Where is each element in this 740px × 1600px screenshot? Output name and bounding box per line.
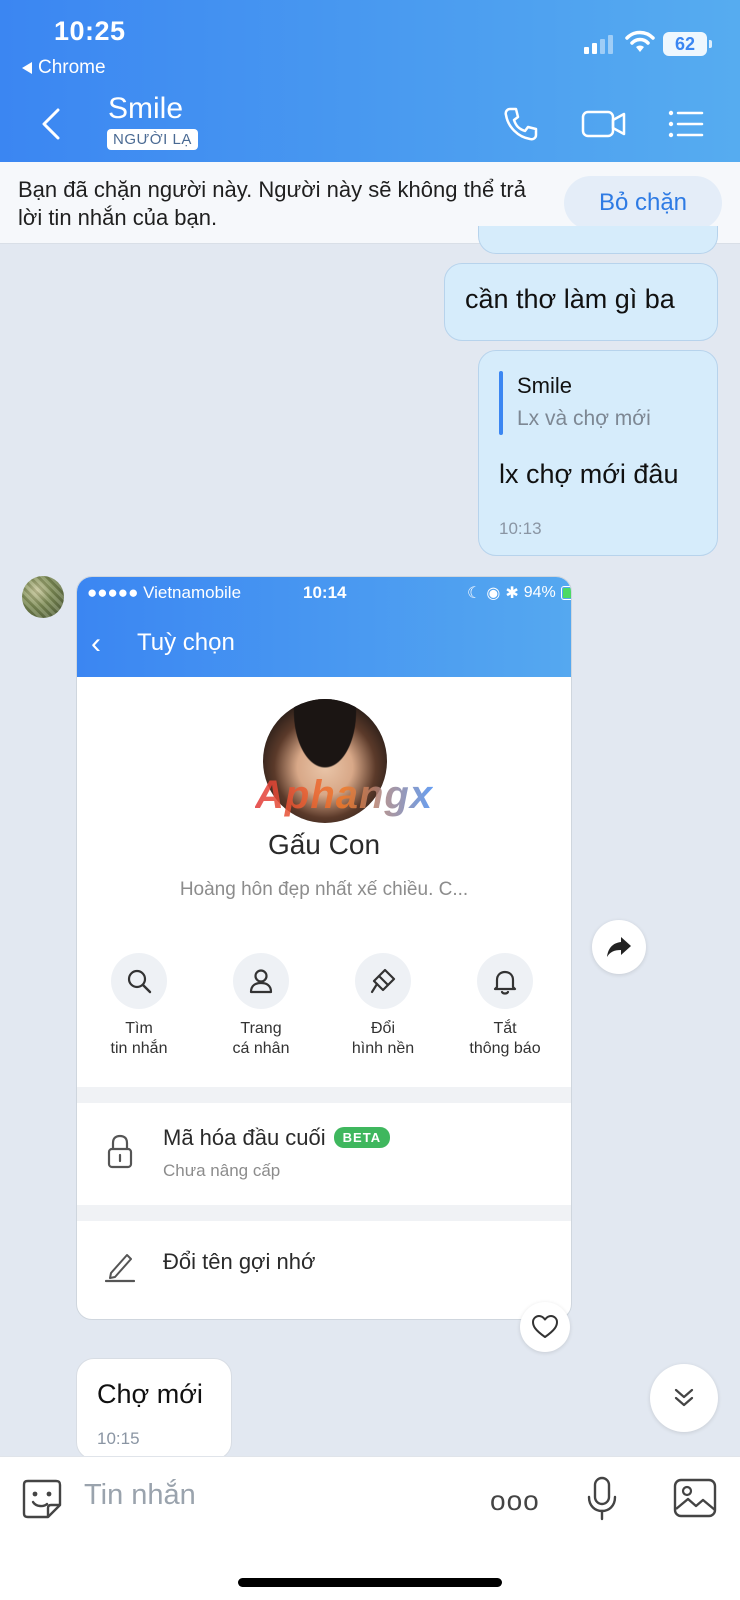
cellular-signal-icon: [584, 34, 613, 54]
quick-label-line1: Trang: [240, 1020, 282, 1037]
back-icon[interactable]: [36, 104, 66, 144]
status-time: 10:25: [54, 16, 126, 46]
paint-brush-icon: [370, 968, 396, 994]
outgoing-reply-message[interactable]: Smile Lx và chợ mới lx chợ mới đâu 10:13: [478, 350, 718, 556]
forward-button[interactable]: [592, 920, 646, 974]
scroll-to-bottom-button[interactable]: [650, 1364, 718, 1432]
screenshot-battery-text: 94%: [523, 584, 556, 601]
quick-label-line2: hình nền: [351, 1040, 415, 1057]
quick-label-line1: Tắt: [493, 1020, 517, 1037]
user-icon: [249, 969, 273, 994]
watermark-logo: Aphangx: [255, 773, 434, 817]
back-to-chrome[interactable]: Chrome: [22, 57, 106, 79]
quote-bar: [499, 371, 503, 435]
message-text: lx chợ mới đâu: [499, 459, 679, 489]
screenshot-header: ●●●●● Vietnamobile 10:14 ☾ ◉ ✱ 94% ‹ Tuỳ…: [77, 577, 571, 677]
section-divider: [77, 1205, 571, 1221]
screenshot-carrier: ●●●●● Vietnamobile: [87, 583, 242, 602]
react-button[interactable]: [520, 1302, 570, 1352]
sticker-icon[interactable]: [20, 1477, 64, 1521]
encryption-title: Mã hóa đầu cuối: [163, 1125, 326, 1150]
heart-icon: [532, 1315, 558, 1338]
message-input[interactable]: Tin nhắn: [84, 1479, 196, 1512]
screenshot-image-message[interactable]: ●●●●● Vietnamobile 10:14 ☾ ◉ ✱ 94% ‹ Tuỳ…: [76, 576, 572, 1320]
battery-icon: [560, 586, 571, 600]
incoming-message[interactable]: Chợ mới 10:15: [76, 1358, 232, 1460]
rotation-lock-icon: ◉: [486, 585, 501, 602]
lock-icon: [107, 1134, 133, 1169]
message-text: cần thơ làm gì ba: [465, 284, 675, 314]
bluetooth-icon: ✱: [505, 585, 519, 602]
list-menu-icon[interactable]: [666, 104, 706, 144]
encryption-subtitle: Chưa nâng cấp: [163, 1161, 281, 1180]
pencil-icon: [105, 1254, 135, 1283]
message-time: 10:15: [97, 1429, 140, 1448]
profile-name: Gấu Con: [267, 829, 381, 860]
more-options-icon[interactable]: ooo: [490, 1485, 540, 1517]
screenshot-title: Tuỳ chọn: [137, 629, 235, 656]
message-time: 10:13: [499, 519, 542, 538]
quick-label-line2: tin nhắn: [110, 1040, 168, 1057]
video-icon[interactable]: [580, 104, 628, 144]
microphone-icon[interactable]: [584, 1475, 620, 1525]
quote-text: Lx và chợ mới: [517, 407, 651, 430]
encryption-row-title: Mã hóa đầu cuối BETA: [163, 1125, 391, 1151]
chat-header: 10:25 Chrome 62 Smile NGƯỜI LẠ: [0, 0, 740, 162]
beta-badge: BETA: [333, 1127, 391, 1148]
profile-status: Hoàng hôn đẹp nhất xế chiều. C...: [179, 879, 469, 900]
wifi-icon: [625, 30, 655, 52]
outgoing-message[interactable]: cần thơ làm gì ba: [444, 263, 718, 341]
quick-action-wallpaper: Đổi hình nền: [323, 953, 443, 1059]
quick-action-search: Tìm tin nhắn: [79, 953, 199, 1059]
contact-name[interactable]: Smile: [108, 92, 183, 126]
quick-label-line2: thông báo: [469, 1040, 541, 1057]
home-indicator: [238, 1578, 502, 1587]
sender-avatar[interactable]: [22, 576, 64, 618]
section-divider: [77, 1087, 571, 1103]
back-app-label: Chrome: [38, 57, 106, 78]
quote-author: Smile: [517, 373, 573, 398]
quick-action-mute: Tắt thông báo: [445, 953, 565, 1059]
unblock-button[interactable]: Bỏ chặn: [564, 176, 722, 230]
bell-icon: [493, 970, 517, 995]
battery-indicator: 62: [663, 32, 712, 56]
quick-action-profile: Trang cá nhân: [201, 953, 321, 1059]
search-icon: [127, 969, 152, 994]
screenshot-back-icon: ‹: [91, 627, 101, 660]
stranger-badge: NGƯỜI LẠ: [107, 129, 198, 150]
screenshot-status-right: ☾ ◉ ✱ 94%: [467, 583, 571, 603]
quick-label-line1: Đổi: [370, 1020, 395, 1037]
share-arrow-icon: [607, 937, 631, 957]
moon-icon: ☾: [467, 585, 482, 602]
quick-label-line2: cá nhân: [232, 1040, 290, 1057]
blocked-message: Bạn đã chặn người này. Người này sẽ khôn…: [18, 177, 526, 230]
rename-title: Đổi tên gợi nhớ: [163, 1249, 316, 1274]
image-gallery-icon[interactable]: [672, 1477, 718, 1519]
double-chevron-down-icon: [674, 1388, 694, 1407]
screenshot-time: 10:14: [303, 583, 347, 602]
back-triangle-icon: [22, 62, 32, 74]
partial-message-bubble: [478, 226, 718, 254]
phone-icon[interactable]: [500, 104, 540, 144]
message-text: Chợ mới: [97, 1379, 203, 1409]
quick-label-line1: Tìm: [125, 1020, 153, 1037]
